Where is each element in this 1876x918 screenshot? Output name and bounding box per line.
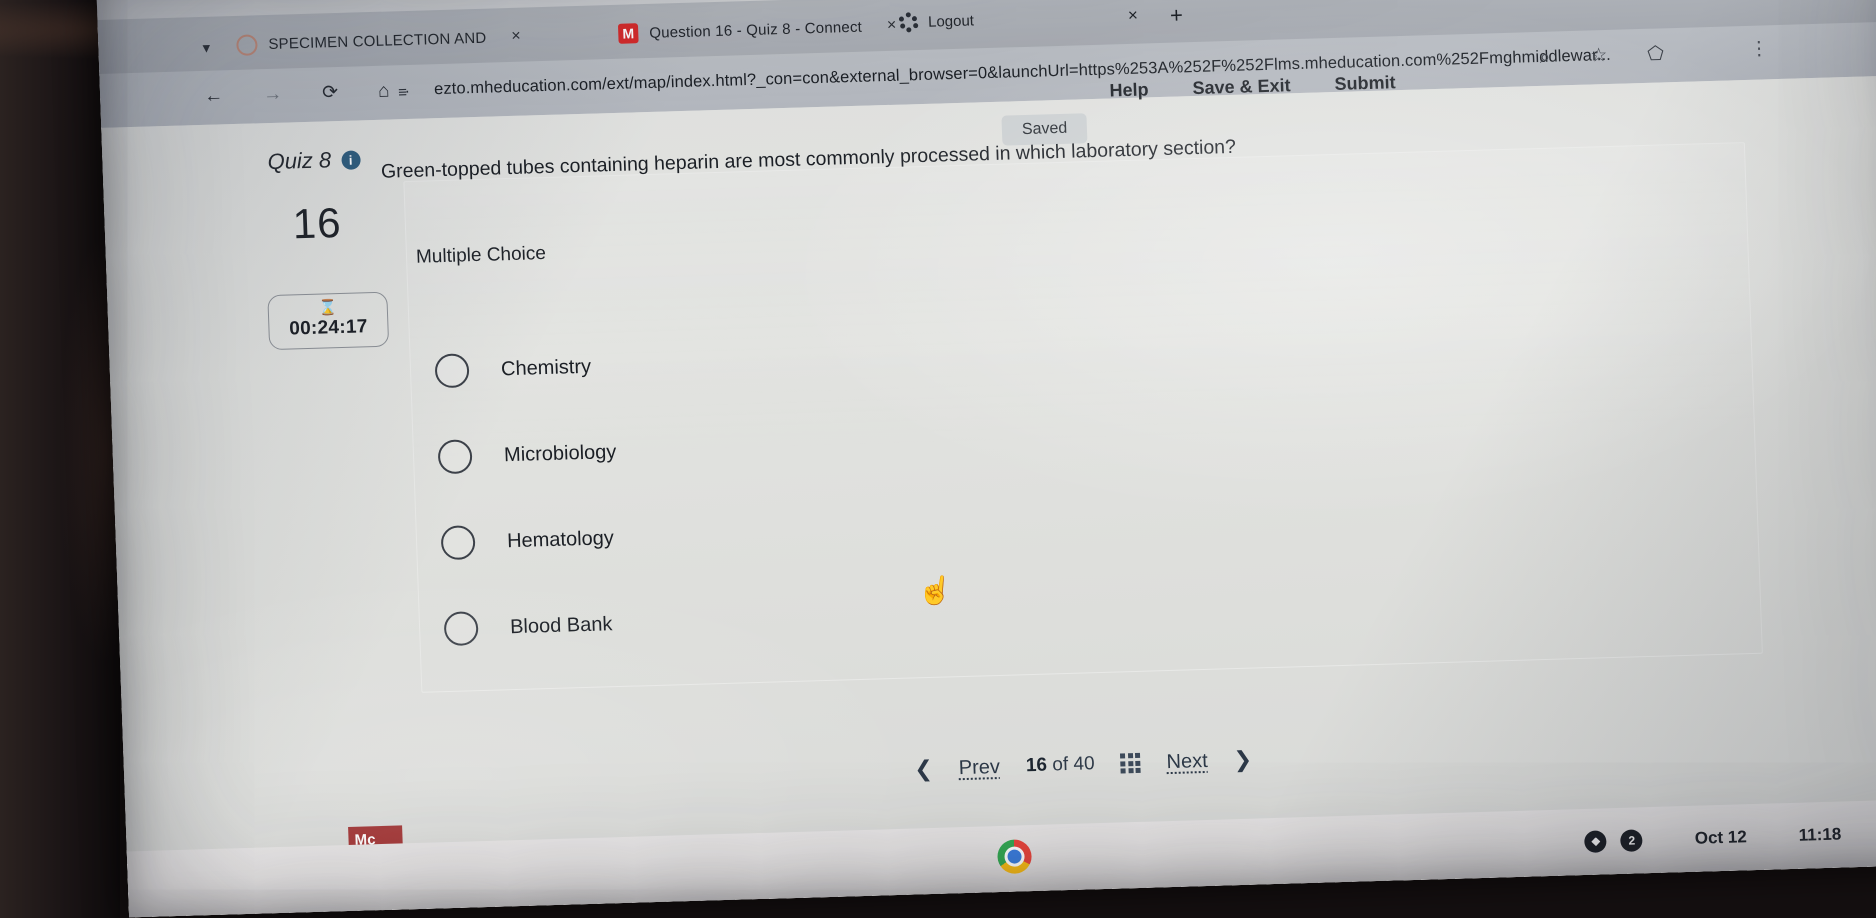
browser-tab-2-label: Question 16 - Quiz 8 - Connect [648,18,863,42]
quiz-timer-value: 00:24:17 [288,315,369,340]
home-icon[interactable]: ⌂ [378,80,390,102]
question-number: 16 [291,198,343,248]
question-counter-total: 40 [1073,753,1095,775]
circle-outline-icon [236,33,258,56]
loading-spinner-icon [898,12,919,33]
mouse-cursor-pointer-icon: ☝ [916,572,955,608]
close-icon[interactable]: × [1128,6,1139,26]
taskbar-date[interactable]: Oct 12 [1668,816,1773,859]
new-tab-button[interactable]: + [1170,2,1184,28]
forward-icon[interactable]: → [263,83,283,106]
bookmark-star-icon[interactable]: ☆ [1590,44,1608,67]
notification-count-icon[interactable]: 2 [1620,829,1644,852]
prev-chevron-icon[interactable]: ❮ [914,756,933,783]
quiz-title: Quiz 8 i [267,146,361,175]
answer-choice-label: Microbiology [503,440,617,466]
radio-button[interactable] [443,611,479,647]
browser-tab-3[interactable]: Logout [898,10,975,33]
taskbar-time[interactable]: 11:18 [1772,814,1868,857]
answer-choice-list: Chemistry Microbiology Hematology Blood … [434,302,1346,672]
question-counter-current: 16 [1025,754,1048,777]
system-tray[interactable]: 2 [1558,820,1669,863]
browser-menu-icon[interactable]: ⋮ [1749,37,1769,61]
question-text: Green-topped tubes containing heparin ar… [380,135,1237,183]
mcgraw-m-icon: M [617,23,639,44]
browser-tab-1-label: SPECIMEN COLLECTION AND [268,29,487,53]
reload-icon[interactable]: ⟳ [322,81,339,104]
laptop-screen: ▾ SPECIMEN COLLECTION AND × M Question 1… [96,0,1876,918]
question-type-label: Multiple Choice [415,243,547,268]
browser-tab-3-label: Logout [927,11,975,31]
answer-choice-label: Hematology [506,526,615,552]
radio-button[interactable] [437,439,473,475]
quiz-timer: ⌛ 00:24:17 [267,291,390,350]
prev-button[interactable]: Prev [958,755,1000,779]
close-icon[interactable]: × [887,17,897,35]
tab-search-chevron-icon[interactable]: ▾ [202,39,210,57]
connect-quiz-app: Help Save & Exit Submit Saved Quiz 8 i 1… [101,72,1876,918]
help-button[interactable]: Help [1109,79,1149,101]
extension-icon[interactable]: ⬠ [1647,42,1664,65]
answer-choice-label: Blood Bank [509,612,613,638]
diamond-icon[interactable] [1584,830,1608,853]
laptop-photo-stage: Antimicrobial Corning® Gorilla® Glass ▾ … [0,0,1876,918]
radio-button[interactable] [434,353,470,389]
chrome-icon[interactable] [996,839,1033,875]
question-counter: 16 of 40 [1026,753,1095,777]
next-button[interactable]: Next [1166,749,1208,773]
save-and-exit-button[interactable]: Save & Exit [1192,75,1291,99]
browser-tab-1[interactable]: SPECIMEN COLLECTION AND × [236,18,522,64]
zoom-icon[interactable]: ⌕ [1539,46,1550,68]
site-info-icon[interactable]: ≡⋅ [398,83,408,101]
question-grid-icon[interactable] [1120,752,1141,774]
back-icon[interactable]: ← [204,85,224,108]
browser-tab-2[interactable]: M Question 16 - Quiz 8 - Connect × [617,7,897,53]
next-chevron-icon[interactable]: ❯ [1233,747,1252,774]
answer-choice-label: Chemistry [500,355,592,380]
info-icon[interactable]: i [340,149,361,170]
submit-button[interactable]: Submit [1334,72,1396,95]
question-counter-of: of [1051,753,1069,776]
close-icon[interactable]: × [511,28,521,46]
quiz-title-label: Quiz 8 [267,147,332,175]
radio-button[interactable] [440,525,476,561]
